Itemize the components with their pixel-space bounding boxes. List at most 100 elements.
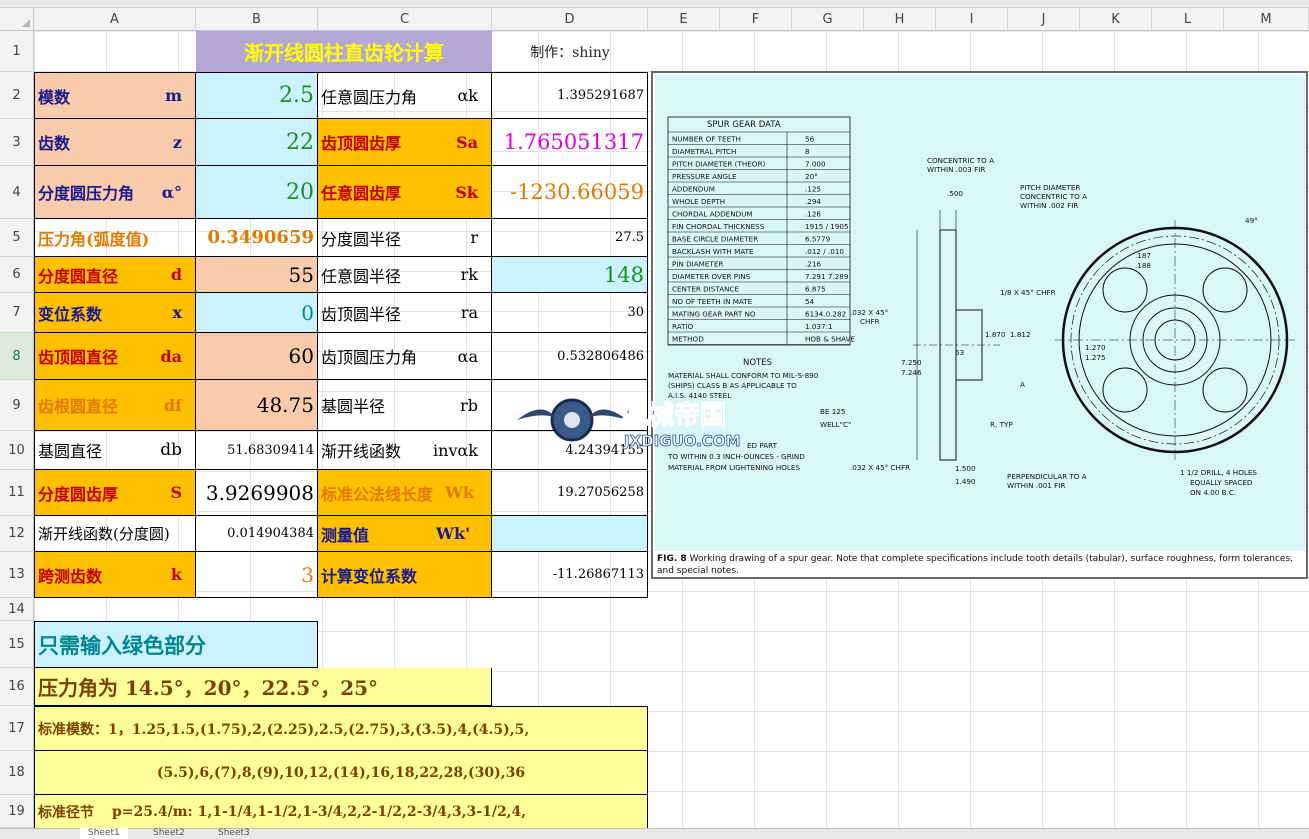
gear-table-param: RATIO xyxy=(672,322,694,331)
col-header-i[interactable]: I xyxy=(936,8,1008,31)
label-wk[interactable]: 标准公法线长度 Wk xyxy=(318,470,492,516)
value-pitch-dia[interactable]: 55 xyxy=(196,257,318,293)
col-header-f[interactable]: F xyxy=(720,8,792,31)
row-header[interactable]: 14 xyxy=(0,598,34,621)
callout-well-c: WELL"C" xyxy=(820,420,851,429)
label-span-teeth[interactable]: 跨测齿数 k xyxy=(34,552,196,598)
row-header[interactable]: 2 xyxy=(0,72,34,119)
gear-table-param: METHOD xyxy=(672,335,704,344)
value-r[interactable]: 27.5 xyxy=(492,219,648,257)
label-inv-pitch[interactable]: 渐开线函数(分度圆) xyxy=(34,516,196,552)
author-cell[interactable]: 制作：shiny xyxy=(492,31,648,72)
callout-drill: 1 1/2 DRILL, 4 HOLES xyxy=(1180,468,1257,477)
input-teeth[interactable]: 22 xyxy=(196,119,318,166)
label-pressure-rad[interactable]: 压力角(弧度值) xyxy=(34,219,196,257)
col-header-d[interactable]: D xyxy=(492,8,648,31)
label-ak[interactable]: 任意圆压力角 αk xyxy=(318,72,492,119)
row-header[interactable]: 17 xyxy=(0,706,34,751)
row-header[interactable]: 5 xyxy=(0,219,34,257)
callout-7250: 7.250 xyxy=(901,358,922,367)
col-header-b[interactable]: B xyxy=(196,8,318,31)
row-header[interactable]: 7 xyxy=(0,293,34,333)
label-shift-coef[interactable]: 变位系数 x xyxy=(34,293,196,333)
value-pressure-rad[interactable]: 0.3490659 xyxy=(196,219,318,257)
value-alpha-a[interactable]: 0.532806486 xyxy=(492,333,648,380)
row-header[interactable]: 18 xyxy=(0,751,34,795)
input-module[interactable]: 2.5 xyxy=(196,72,318,119)
row-header[interactable]: 12 xyxy=(0,516,34,552)
col-header-h[interactable]: H xyxy=(864,8,936,31)
tab-sheet2[interactable]: Sheet2 xyxy=(145,828,193,839)
col-header-e[interactable]: E xyxy=(648,8,720,31)
label-module[interactable]: 模数 m xyxy=(34,72,196,119)
value-tip-dia[interactable]: 60 xyxy=(196,333,318,380)
note-standard-module-1[interactable]: 标准模数：1，1.25,1.5,(1.75),2,(2.25),2.5,(2.7… xyxy=(34,706,648,751)
callout-187: .187 xyxy=(1135,251,1151,260)
value-wk[interactable]: 19.27056258 xyxy=(492,470,648,516)
row-header[interactable]: 3 xyxy=(0,119,34,166)
value-inv-pitch[interactable]: 0.014904384 xyxy=(196,516,318,552)
note-pressure-angles[interactable]: 压力角为 14.5°，20°，22.5°，25° xyxy=(34,668,492,706)
label-tooth-thickness[interactable]: 分度圆齿厚 S xyxy=(34,470,196,516)
gear-table-param: DIAMETER OVER PINS xyxy=(672,272,751,281)
label-sa[interactable]: 齿顶圆齿厚 Sa xyxy=(318,119,492,166)
input-measured[interactable] xyxy=(492,516,648,552)
label-teeth[interactable]: 齿数 z xyxy=(34,119,196,166)
tab-sheet3[interactable]: Sheet3 xyxy=(210,828,258,839)
col-header-c[interactable]: C xyxy=(318,8,492,31)
note-green-only[interactable]: 只需输入绿色部分 xyxy=(34,621,318,668)
row-header[interactable]: 9 xyxy=(0,380,34,431)
input-pressure-angle[interactable]: 20 xyxy=(196,166,318,219)
label-inv[interactable]: 渐开线函数 invαk xyxy=(318,431,492,470)
row-header[interactable]: 16 xyxy=(0,668,34,706)
label-sk[interactable]: 任意圆齿厚 Sk xyxy=(318,166,492,219)
value-sk[interactable]: -1230.66059 xyxy=(492,166,648,219)
label-calc-shift[interactable]: 计算变位系数 xyxy=(318,552,492,598)
row-header[interactable]: 6 xyxy=(0,257,34,293)
label-root-dia[interactable]: 齿根圆直径 df xyxy=(34,380,196,431)
label-rk[interactable]: 任意圆半径 rk xyxy=(318,257,492,293)
row-header[interactable]: 11 xyxy=(0,470,34,516)
value-calc-shift[interactable]: -11.26867113 xyxy=(492,552,648,598)
row-header[interactable]: 15 xyxy=(0,621,34,668)
note-standard-pitch[interactable]: 标准径节 p=25.4/m: 1,1-1/4,1-1/2,1-3/4,2,2-1/… xyxy=(34,795,648,828)
row-header-selected[interactable]: 8 xyxy=(0,333,34,380)
label-tip-dia[interactable]: 齿顶圆直径 da xyxy=(34,333,196,380)
value-tooth-thickness[interactable]: 3.9269908 xyxy=(196,470,318,516)
row-header[interactable]: 13 xyxy=(0,552,34,598)
gear-table-value: 6134.0.282 xyxy=(805,310,846,319)
value-base-dia[interactable]: 51.68309414 xyxy=(196,431,318,470)
value-ra[interactable]: 30 xyxy=(492,293,648,333)
col-header-g[interactable]: G xyxy=(792,8,864,31)
note-standard-module-2[interactable]: (5.5),6,(7),8,(9),10,12,(14),16,18,22,28… xyxy=(34,751,648,795)
label-alpha-a[interactable]: 齿顶圆压力角 αa xyxy=(318,333,492,380)
gear-drawing-image[interactable]: SPUR GEAR DATA NUMBER OF TEETH 56 DIAMETRA… xyxy=(651,71,1308,579)
gear-table-value: .216 xyxy=(805,260,821,269)
label-ra[interactable]: 齿顶圆半径 ra xyxy=(318,293,492,333)
col-header-m[interactable]: M xyxy=(1224,8,1309,31)
row-header[interactable]: 1 xyxy=(0,31,34,72)
label-rb[interactable]: 基圆半径 rb xyxy=(318,380,492,431)
label-pitch-dia[interactable]: 分度圆直径 d xyxy=(34,257,196,293)
label-r[interactable]: 分度圆半径 r xyxy=(318,219,492,257)
col-header-l[interactable]: L xyxy=(1152,8,1224,31)
row-header[interactable]: 10 xyxy=(0,431,34,470)
label-pressure-angle[interactable]: 分度圆压力角 α° xyxy=(34,166,196,219)
input-rk[interactable]: 148 xyxy=(492,257,648,293)
gear-table-value: 56 xyxy=(805,135,815,144)
select-all-corner[interactable] xyxy=(0,8,34,31)
col-header-k[interactable]: K xyxy=(1080,8,1152,31)
col-header-j[interactable]: J xyxy=(1008,8,1080,31)
tab-sheet1[interactable]: Sheet1 xyxy=(80,828,128,839)
value-span-teeth[interactable]: 3 xyxy=(196,552,318,598)
value-sa[interactable]: 1.765051317 xyxy=(492,119,648,166)
gear-table-param: WHOLE DEPTH xyxy=(672,197,725,206)
label-measured[interactable]: 测量值 Wk' xyxy=(318,516,492,552)
input-shift-coef[interactable]: 0 xyxy=(196,293,318,333)
col-header-a[interactable]: A xyxy=(34,8,196,31)
row-header[interactable]: 4 xyxy=(0,166,34,219)
row-header[interactable]: 19 xyxy=(0,795,34,828)
value-ak[interactable]: 1.395291687 xyxy=(492,72,648,119)
label-base-dia[interactable]: 基圆直径 db xyxy=(34,431,196,470)
value-root-dia[interactable]: 48.75 xyxy=(196,380,318,431)
